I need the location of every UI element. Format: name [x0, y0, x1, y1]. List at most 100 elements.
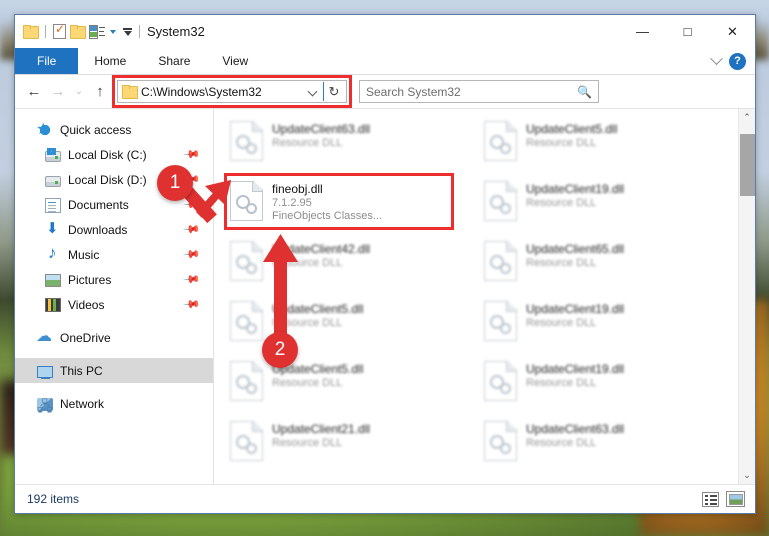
sidebar-item-local-disk-d[interactable]: Local Disk (D:) 📌	[15, 167, 213, 192]
large-icons-view-icon[interactable]	[726, 491, 745, 507]
address-chevron-down-icon[interactable]	[307, 86, 318, 97]
dll-file-icon	[484, 301, 517, 341]
file-item[interactable]: UpdateClient19.dll Resource DLL	[480, 357, 734, 417]
dll-file-icon	[484, 361, 517, 401]
view-options-chevron-down-icon[interactable]	[110, 29, 116, 34]
up-button[interactable]: ↑	[89, 80, 111, 104]
file-item[interactable]: UpdateClient21.dll Resource DLL	[226, 417, 480, 477]
customize-toolbar-icon[interactable]	[123, 27, 132, 36]
forward-button[interactable]: →	[47, 80, 69, 104]
file-version: 7.1.2.95	[272, 197, 312, 209]
scrollbar-track[interactable]	[739, 126, 755, 467]
address-bar-wrapper: C:\Windows\System32 ↻	[112, 75, 352, 108]
file-grid: UpdateClient63.dll Resource DLL UpdateCl…	[214, 109, 738, 477]
tab-share[interactable]: Share	[142, 48, 206, 74]
file-item[interactable]: UpdateClient5.dll Resource DLL	[226, 357, 480, 417]
vertical-scrollbar[interactable]: ⌃ ⌄	[738, 109, 755, 484]
help-button[interactable]: ?	[729, 52, 746, 70]
tab-home[interactable]: Home	[78, 48, 142, 74]
sidebar-item-onedrive[interactable]: OneDrive	[15, 325, 213, 350]
file-name: UpdateClient42.dll	[272, 242, 371, 256]
address-path-text: C:\Windows\System32	[141, 84, 262, 99]
sidebar-item-label: Quick access	[60, 122, 132, 137]
file-item[interactable]: UpdateClient5.dll Resource DLL	[480, 117, 734, 177]
ribbon-expand-chevron-down-icon[interactable]	[710, 51, 723, 65]
address-bar-row: ← → ⌄ ↑ C:\Windows\System32 ↻ Search Sys…	[15, 75, 755, 108]
pin-icon[interactable]: 📌	[183, 145, 202, 164]
sidebar-item-music[interactable]: Music 📌	[15, 242, 213, 267]
file-subtitle: Resource DLL	[526, 137, 597, 149]
close-button[interactable]: ✕	[710, 15, 755, 48]
file-list-pane[interactable]: UpdateClient63.dll Resource DLL UpdateCl…	[213, 109, 738, 484]
title-bar: System32 — □ ✕	[15, 15, 755, 48]
properties-icon[interactable]	[53, 22, 66, 39]
dll-file-icon	[484, 181, 517, 221]
file-item[interactable]: UpdateClient63.dll Resource DLL	[480, 417, 734, 477]
minimize-button[interactable]: —	[620, 15, 665, 48]
this-pc-icon	[37, 365, 53, 379]
file-name: UpdateClient21.dll	[272, 422, 371, 436]
file-item[interactable]: UpdateClient19.dll Resource DLL	[480, 177, 734, 237]
pin-icon[interactable]: 📌	[183, 195, 202, 214]
file-item[interactable]: UpdateClient65.dll Resource DLL	[480, 237, 734, 297]
file-name: UpdateClient5.dll	[272, 362, 364, 376]
search-input[interactable]: Search System32	[366, 85, 577, 99]
file-subtitle: Resource DLL	[272, 437, 343, 449]
pin-icon[interactable]: 📌	[183, 270, 202, 289]
file-subtitle: Resource DLL	[272, 317, 343, 329]
ribbon-tab-bar: File Home Share View ?	[15, 48, 755, 75]
pin-icon[interactable]: 📌	[183, 245, 202, 264]
drive-icon	[45, 175, 61, 187]
file-item[interactable]: UpdateClient5.dll Resource DLL	[226, 297, 480, 357]
sidebar-item-pictures[interactable]: Pictures 📌	[15, 267, 213, 292]
file-name: fineobj.dll	[272, 182, 323, 196]
search-box[interactable]: Search System32 🔍	[359, 80, 599, 103]
file-name: UpdateClient5.dll	[272, 302, 364, 316]
dll-file-icon	[230, 241, 263, 281]
sidebar-item-local-disk-c[interactable]: Local Disk (C:) 📌	[15, 142, 213, 167]
sidebar-item-documents[interactable]: Documents 📌	[15, 192, 213, 217]
refresh-icon[interactable]: ↻	[324, 84, 344, 100]
search-icon[interactable]: 🔍	[577, 85, 592, 99]
tab-file[interactable]: File	[15, 48, 79, 74]
sidebar-item-network[interactable]: Network	[15, 391, 213, 420]
file-subtitle: Resource DLL	[526, 257, 597, 269]
file-name: UpdateClient63.dll	[526, 422, 625, 436]
folder-icon[interactable]	[23, 25, 39, 39]
file-item[interactable]: UpdateClient63.dll Resource DLL	[226, 117, 480, 177]
pictures-icon	[45, 274, 61, 287]
scrollbar-thumb[interactable]	[740, 134, 755, 196]
explorer-body: Quick access Local Disk (C:) 📌 Local Dis…	[15, 108, 755, 484]
maximize-button[interactable]: □	[665, 15, 710, 48]
onedrive-icon	[36, 326, 53, 346]
recent-locations-button[interactable]: ⌄	[71, 80, 87, 104]
sidebar-item-videos[interactable]: Videos 📌	[15, 292, 213, 317]
sidebar-item-this-pc[interactable]: This PC	[15, 358, 213, 383]
tab-view[interactable]: View	[206, 48, 264, 74]
drive-icon	[45, 147, 61, 162]
file-subtitle: Resource DLL	[272, 257, 343, 269]
file-item[interactable]: UpdateClient19.dll Resource DLL	[480, 297, 734, 357]
sidebar-item-label: Local Disk (D:)	[68, 172, 147, 187]
view-mode-buttons	[702, 491, 745, 507]
quick-access-icon	[36, 119, 53, 139]
view-options-icon[interactable]	[89, 24, 106, 39]
address-bar[interactable]: C:\Windows\System32 ↻	[117, 80, 347, 103]
new-folder-icon[interactable]	[70, 25, 86, 39]
file-item-fineobj-dll[interactable]: fineobj.dll 7.1.2.95 FineObjects Classes…	[226, 177, 480, 237]
sidebar-item-downloads[interactable]: Downloads 📌	[15, 217, 213, 242]
file-subtitle: Resource DLL	[526, 377, 597, 389]
back-button[interactable]: ←	[23, 80, 45, 104]
sidebar-item-quick-access[interactable]: Quick access	[15, 117, 213, 142]
pin-icon[interactable]: 📌	[183, 220, 202, 239]
toolbar-divider	[45, 25, 46, 38]
scroll-down-arrow-icon[interactable]: ⌄	[739, 467, 755, 484]
quick-access-toolbar	[23, 22, 143, 39]
scroll-up-arrow-icon[interactable]: ⌃	[739, 109, 755, 126]
details-view-icon[interactable]	[702, 491, 719, 507]
pin-icon[interactable]: 📌	[183, 295, 202, 314]
file-item[interactable]: UpdateClient42.dll Resource DLL	[226, 237, 480, 297]
file-subtitle: Resource DLL	[272, 137, 343, 149]
file-name: UpdateClient19.dll	[526, 182, 625, 196]
pin-icon[interactable]: 📌	[183, 170, 202, 189]
